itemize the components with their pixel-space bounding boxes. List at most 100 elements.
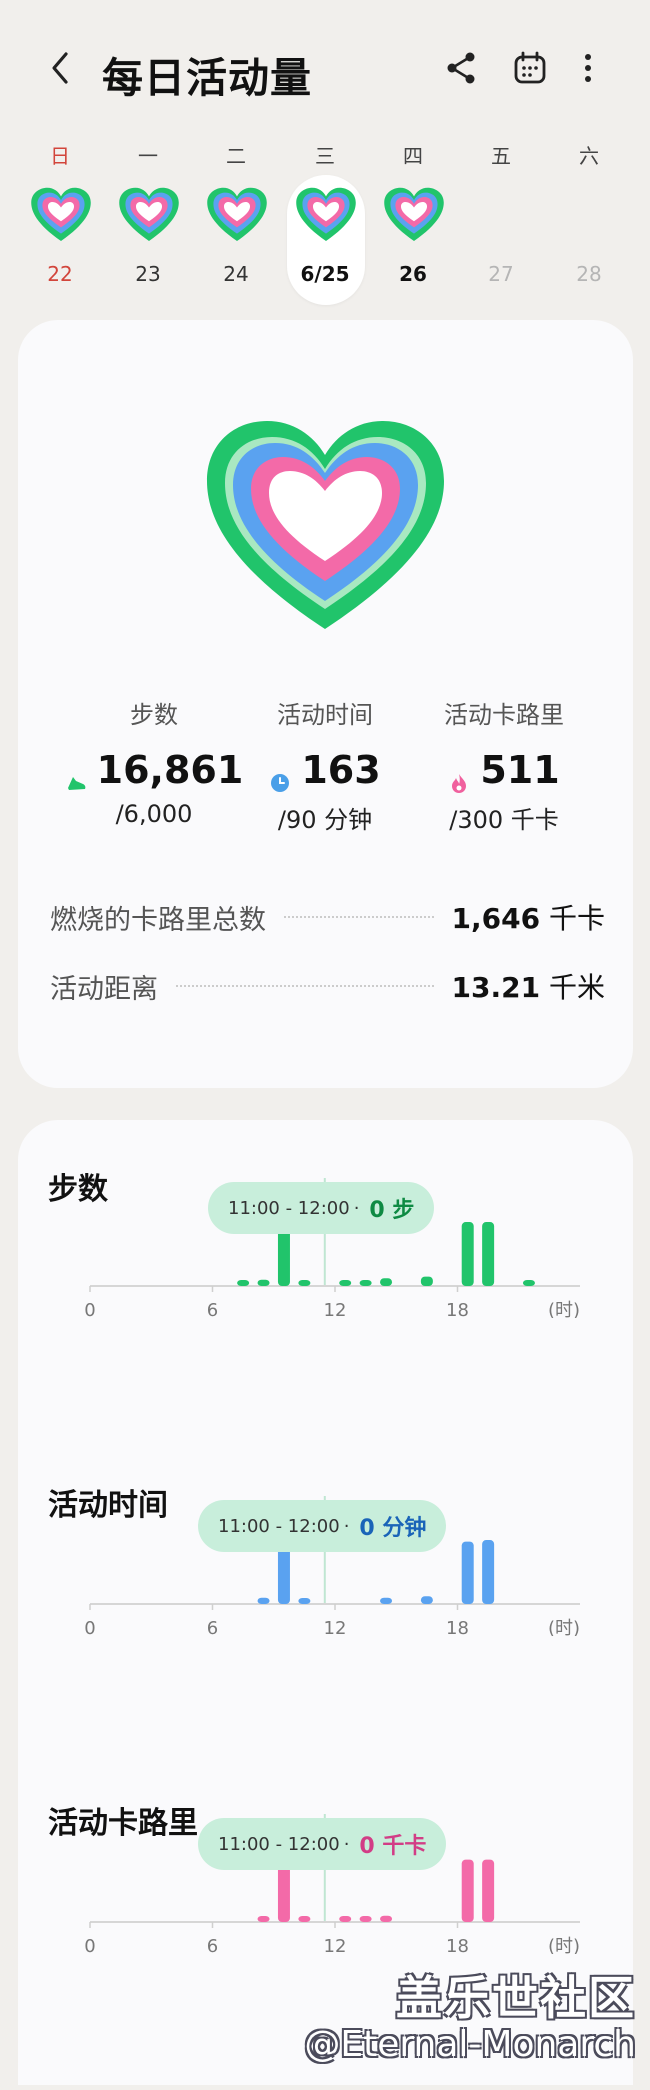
back-icon[interactable] [44, 48, 78, 88]
bar-hour-13[interactable] [359, 1916, 372, 1922]
steps-tooltip: 11:00 - 12:00 · 0 步 [208, 1182, 435, 1234]
active-time-tooltip: 11:00 - 12:00 · 0 分钟 [198, 1500, 447, 1552]
x-tick-label: (时) [548, 1300, 580, 1318]
bar-hour-7[interactable] [237, 1280, 250, 1286]
activity-heart-icon [383, 186, 445, 244]
bar-hour-14[interactable] [380, 1597, 393, 1604]
more-icon[interactable] [568, 48, 608, 88]
stat-value: 163 [301, 748, 381, 792]
weekday-label: 五 [491, 144, 511, 168]
bar-hour-10[interactable] [298, 1916, 311, 1922]
shoe-icon [65, 759, 87, 790]
day-sat[interactable]: 六 28 [549, 130, 629, 305]
stat-value: 511 [480, 748, 560, 792]
active-calories-tooltip: 11:00 - 12:00 · 0 千卡 [198, 1818, 447, 1870]
day-mon[interactable]: 一 23 [108, 130, 188, 305]
stat-steps[interactable]: 步数 16,861 /6,000 [64, 695, 244, 828]
activity-heart-icon [206, 186, 268, 244]
dotted-leader [176, 985, 434, 987]
bar-hour-13[interactable] [359, 1280, 372, 1286]
bar-hour-8[interactable] [257, 1916, 270, 1922]
row-unit: 千米 [548, 971, 605, 1004]
bar-hour-18[interactable] [461, 1859, 474, 1922]
date-label: 26 [399, 262, 427, 286]
bar-hour-14[interactable] [380, 1278, 393, 1286]
share-icon[interactable] [442, 48, 482, 88]
tooltip-separator: · [343, 1515, 350, 1537]
activity-rings-heart-icon [203, 415, 448, 635]
x-tick-label: 18 [446, 1300, 469, 1318]
flame-icon [448, 759, 470, 793]
bar-hour-21[interactable] [522, 1280, 535, 1286]
app-header: 每日活动量 [0, 0, 650, 140]
tooltip-value: 0 分钟 [359, 1516, 427, 1541]
stat-active-calories[interactable]: 活动卡路里 511 /300 千卡 [414, 695, 594, 835]
activity-heart-icon [118, 186, 180, 244]
row-number: 1,646 [451, 902, 541, 935]
stat-label: 活动时间 [277, 701, 373, 729]
weekday-label: 日 [50, 144, 70, 168]
bar-hour-18[interactable] [461, 1541, 474, 1604]
tooltip-range: 11:00 - 12:00 [228, 1197, 350, 1219]
total-calories-row: 燃烧的卡路里总数 1,646 千卡 [50, 897, 605, 937]
day-wed-selected[interactable]: 三 6/25 [285, 130, 365, 305]
weekday-label: 六 [579, 144, 599, 168]
bar-hour-10[interactable] [298, 1280, 311, 1286]
stat-active-time[interactable]: 活动时间 163 /90 分钟 [235, 695, 415, 835]
bar-hour-19[interactable] [482, 1222, 495, 1286]
activity-heart-icon [295, 186, 357, 244]
x-tick-label: 18 [446, 1618, 469, 1636]
day-sun[interactable]: 日 22 [20, 130, 100, 305]
x-tick-label: 6 [207, 1618, 218, 1636]
x-tick-label: 12 [324, 1936, 347, 1954]
bar-hour-18[interactable] [461, 1222, 474, 1286]
bar-hour-16[interactable] [420, 1276, 433, 1286]
calendar-icon[interactable] [510, 48, 550, 88]
tooltip-separator: · [353, 1197, 360, 1219]
stat-value-row: 511 [414, 748, 594, 793]
date-label: 6/25 [300, 262, 350, 286]
bar-hour-19[interactable] [482, 1859, 495, 1922]
bar-hour-8[interactable] [257, 1279, 270, 1286]
date-label: 22 [47, 262, 73, 286]
bar-hour-19[interactable] [482, 1540, 495, 1604]
x-tick-label: 6 [207, 1936, 218, 1954]
row-value: 1,646 千卡 [452, 897, 606, 937]
x-tick-label: (时) [548, 1936, 580, 1954]
stat-goal: /90 分钟 [277, 806, 373, 834]
bar-hour-12[interactable] [339, 1916, 352, 1922]
tooltip-range: 11:00 - 12:00 [218, 1833, 340, 1855]
clock-icon [269, 759, 291, 792]
date-label: 23 [135, 262, 161, 286]
day-thu[interactable]: 四 26 [373, 130, 453, 305]
x-tick-label: 18 [446, 1936, 469, 1954]
bar-hour-16[interactable] [420, 1596, 433, 1604]
stat-value-row: 16,861 [64, 748, 244, 792]
stat-value: 16,861 [96, 748, 244, 792]
stat-goal: /6,000 [115, 800, 193, 828]
weekday-label: 二 [226, 144, 246, 168]
stat-value-row: 163 [235, 748, 415, 792]
weekday-label: 三 [315, 144, 335, 168]
bar-hour-12[interactable] [339, 1280, 352, 1286]
bar-hour-8[interactable] [257, 1597, 270, 1604]
bar-hour-10[interactable] [298, 1598, 311, 1604]
x-tick-label: 0 [84, 1936, 95, 1954]
x-tick-label: 6 [207, 1300, 218, 1318]
watermark-author: @Eternal-Monarch [304, 2024, 636, 2065]
distance-row: 活动距离 13.21 千米 [50, 966, 605, 1006]
x-tick-label: 0 [84, 1618, 95, 1636]
row-number: 13.21 [451, 971, 541, 1004]
row-label: 燃烧的卡路里总数 [50, 904, 266, 936]
dotted-leader [284, 916, 434, 918]
day-tue[interactable]: 二 24 [196, 130, 276, 305]
tooltip-separator: · [343, 1833, 350, 1855]
bar-hour-14[interactable] [380, 1915, 393, 1922]
x-tick-label: 12 [324, 1618, 347, 1636]
x-tick-label: 12 [324, 1300, 347, 1318]
day-fri[interactable]: 五 27 [461, 130, 541, 305]
page-title: 每日活动量 [102, 54, 312, 102]
stat-goal: /300 千卡 [449, 806, 559, 834]
row-value: 13.21 千米 [452, 966, 606, 1006]
tooltip-value: 0 步 [369, 1198, 415, 1223]
